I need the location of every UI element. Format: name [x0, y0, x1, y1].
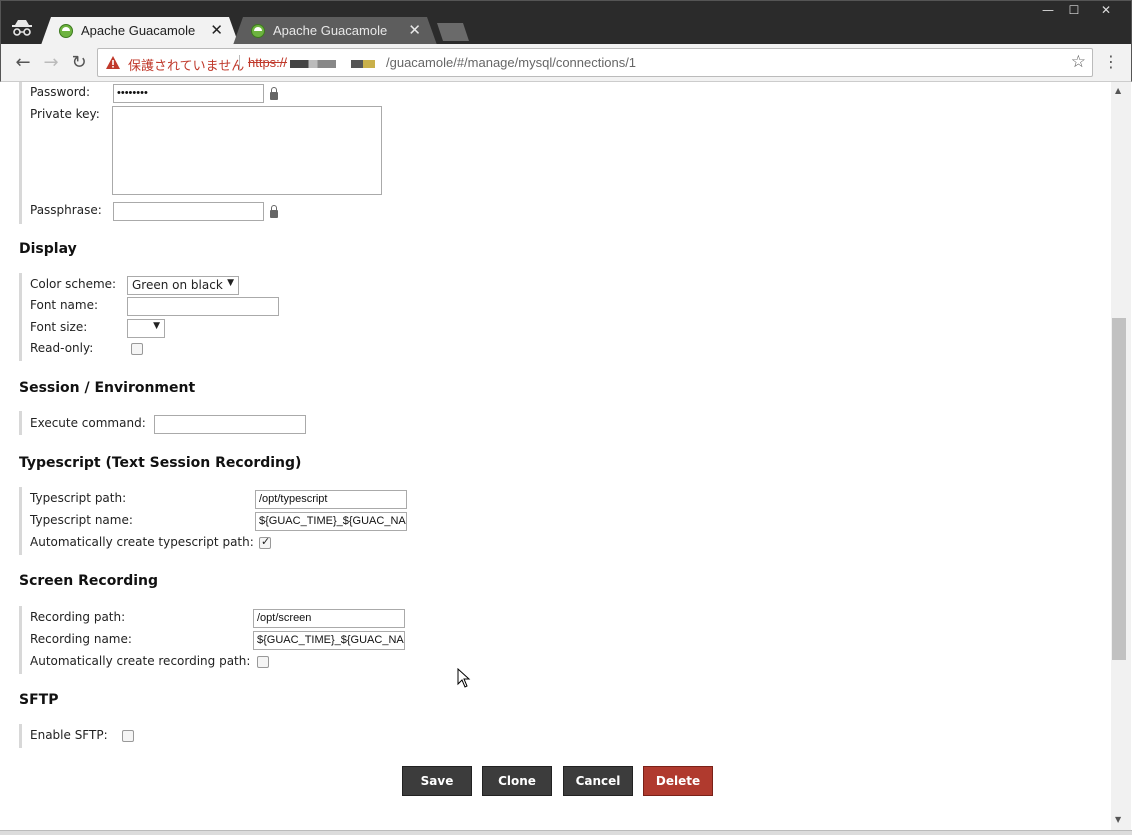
scrollbar-thumb[interactable]: [1112, 318, 1126, 660]
lock-icon: [270, 87, 278, 100]
recording-path-field[interactable]: /opt/screen: [253, 609, 405, 628]
display-group: [19, 273, 22, 361]
execute-command-label: Execute command:: [30, 416, 146, 430]
incognito-icon: [12, 20, 32, 36]
page-content: Password: •••••••• Private key: Passphra…: [1, 82, 1111, 834]
tab-apache-guacamole-active[interactable]: Apache Guacamole ✕: [41, 17, 239, 45]
cancel-button[interactable]: Cancel: [563, 766, 633, 796]
font-name-label: Font name:: [30, 298, 99, 312]
delete-button[interactable]: Delete: [643, 766, 713, 796]
enable-sftp-checkbox[interactable]: [122, 730, 134, 742]
new-tab-button[interactable]: [435, 23, 471, 41]
tab-title: Apache Guacamole: [273, 23, 388, 38]
typescript-path-label: Typescript path:: [30, 491, 127, 505]
password-label: Password:: [30, 85, 91, 99]
read-only-checkbox[interactable]: [131, 343, 143, 355]
address-separator: [239, 55, 240, 71]
section-title-typescript: Typescript (Text Session Recording): [19, 455, 302, 471]
browser-toolbar: ← → ↻ 保護されていません https:// /guacamole/#/ma…: [0, 44, 1132, 82]
recording-name-label: Recording name:: [30, 632, 132, 646]
auto-create-recording-label: Automatically create recording path:: [30, 654, 251, 668]
passphrase-field[interactable]: [113, 202, 264, 221]
color-scheme-select[interactable]: Green on black ▼: [127, 276, 239, 295]
page-scrollbar[interactable]: ▲ ▼: [1111, 82, 1131, 834]
scroll-down-icon[interactable]: ▼: [1115, 815, 1121, 824]
recording-name-field[interactable]: ${GUAC_TIME}_${GUAC_NA: [253, 631, 405, 650]
font-name-field[interactable]: [127, 297, 279, 316]
font-size-label: Font size:: [30, 320, 88, 334]
not-secure-label[interactable]: 保護されていません: [128, 55, 244, 74]
color-scheme-label: Color scheme:: [30, 277, 117, 291]
execute-command-field[interactable]: [154, 415, 306, 434]
browser-titlebar: Apache Guacamole ✕ Apache Guacamole ✕ — …: [0, 0, 1132, 45]
scroll-up-icon[interactable]: ▲: [1115, 86, 1121, 95]
tab-close-icon[interactable]: ✕: [408, 21, 421, 39]
password-field[interactable]: ••••••••: [113, 84, 264, 103]
private-key-label: Private key:: [30, 107, 100, 121]
guacamole-favicon-icon: [59, 24, 73, 38]
redacted-host: [290, 60, 336, 68]
section-title-session: Session / Environment: [19, 380, 196, 396]
bookmark-star-icon[interactable]: ☆: [1071, 52, 1086, 72]
maximize-button[interactable]: ☐: [1059, 1, 1089, 21]
read-only-label: Read-only:: [30, 341, 94, 355]
close-window-button[interactable]: ✕: [1091, 1, 1121, 21]
session-group: [19, 411, 22, 435]
recording-group: [19, 606, 22, 674]
chevron-down-icon: ▼: [227, 278, 234, 288]
address-bar[interactable]: 保護されていません https:// /guacamole/#/manage/m…: [97, 48, 1093, 77]
clone-button[interactable]: Clone: [482, 766, 552, 796]
passphrase-label: Passphrase:: [30, 203, 102, 217]
warning-icon: [106, 56, 120, 69]
typescript-name-label: Typescript name:: [30, 513, 133, 527]
tab-close-icon[interactable]: ✕: [210, 21, 223, 39]
tab-apache-guacamole[interactable]: Apache Guacamole ✕: [233, 17, 437, 45]
window-bottom-edge: [0, 830, 1132, 835]
redacted-host-port: [351, 60, 375, 68]
back-button[interactable]: ←: [12, 52, 34, 74]
typescript-group: [19, 487, 22, 555]
url-path: /guacamole/#/manage/mysql/connections/1: [386, 55, 637, 70]
font-size-select[interactable]: ▼: [127, 319, 165, 338]
save-button[interactable]: Save: [402, 766, 472, 796]
guacamole-favicon-icon: [251, 24, 265, 38]
private-key-textarea[interactable]: [112, 106, 382, 195]
mouse-cursor-icon: [457, 668, 471, 688]
typescript-path-field[interactable]: /opt/typescript: [255, 490, 407, 509]
section-title-sftp: SFTP: [19, 692, 59, 708]
tab-title: Apache Guacamole: [81, 23, 196, 38]
typescript-name-field[interactable]: ${GUAC_TIME}_${GUAC_NA: [255, 512, 407, 531]
lock-icon: [270, 205, 278, 218]
forward-button[interactable]: →: [40, 52, 62, 74]
auto-create-typescript-checkbox[interactable]: [259, 535, 271, 549]
auto-create-typescript-label: Automatically create typescript path:: [30, 535, 254, 549]
section-title-screen-recording: Screen Recording: [19, 573, 159, 589]
auto-create-recording-checkbox[interactable]: [257, 656, 269, 668]
reload-button[interactable]: ↻: [68, 52, 90, 74]
chevron-down-icon: ▼: [153, 321, 160, 331]
browser-menu-icon[interactable]: ⋮: [1101, 52, 1121, 74]
sftp-group: [19, 724, 22, 748]
section-title-display: Display: [19, 241, 77, 257]
recording-path-label: Recording path:: [30, 610, 126, 624]
auth-group: [19, 82, 22, 224]
enable-sftp-label: Enable SFTP:: [30, 728, 108, 742]
url-scheme: https://: [248, 55, 288, 70]
